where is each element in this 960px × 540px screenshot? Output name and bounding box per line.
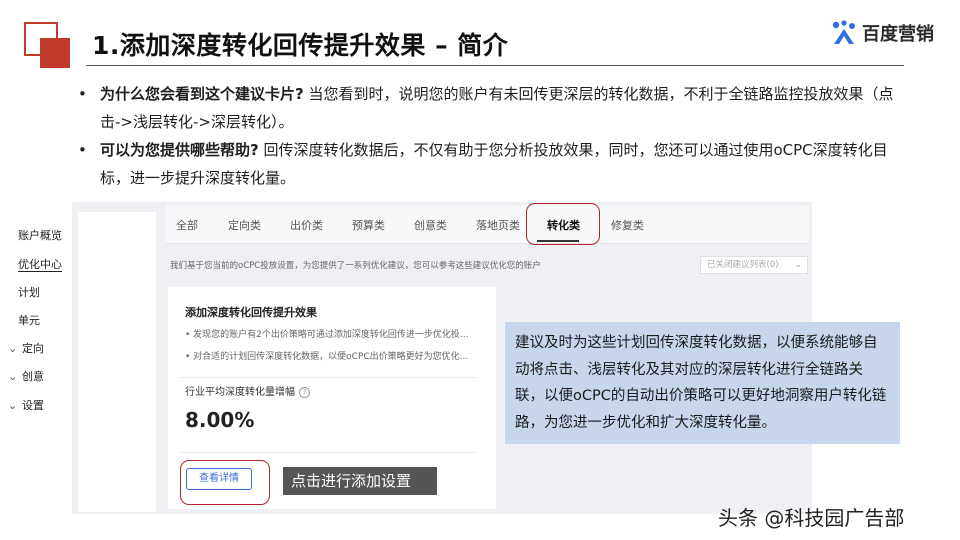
nav-item-campaign[interactable]: 计划	[18, 284, 40, 300]
bullet-item: • 为什么您会看到这个建议卡片? 当您看到时，说明您的账户有未回传更深层的转化数…	[78, 80, 908, 136]
nav-item-account-overview[interactable]: 账户概览	[18, 227, 62, 243]
nav-item-unit[interactable]: 单元	[18, 312, 40, 328]
nav-item-optimization-center[interactable]: 优化中心	[18, 256, 62, 272]
slide-title: 1.添加深度转化回传提升效果 – 简介	[92, 31, 509, 60]
brand: 百度营销	[830, 20, 934, 46]
metric-value: 8.00%	[185, 408, 255, 432]
highlight-circle-tab	[526, 203, 600, 245]
title-divider	[86, 65, 904, 66]
brand-name: 百度营销	[862, 24, 934, 45]
bullet-text: 为什么您会看到这个建议卡片? 当您看到时，说明您的账户有未回传更深层的转化数据，…	[100, 80, 908, 136]
nav-item-label: 设置	[22, 399, 44, 412]
tab-bidding[interactable]: 出价类	[290, 217, 323, 233]
bullet-question: 为什么您会看到这个建议卡片?	[100, 85, 304, 103]
info-text: 我们基于您当前的oCPC投放设置，为您提供了一系列优化建议，您可以参考这些建议优…	[170, 261, 541, 271]
brand-logo-icon	[832, 20, 855, 44]
tab-targeting[interactable]: 定向类	[228, 217, 261, 233]
nav-item-targeting[interactable]: ⌄ 定向	[8, 340, 44, 356]
bullet-dot: •	[78, 85, 87, 103]
tab-landing-page[interactable]: 落地页类	[476, 217, 520, 233]
chevron-down-icon: ⌄	[8, 370, 18, 383]
metric-label-text: 行业平均深度转化量增幅	[185, 387, 295, 398]
callout-label: 点击进行添加设置	[283, 467, 437, 495]
tab-repair[interactable]: 修复类	[611, 217, 644, 233]
explanation-box: 建议及时为这些计划回传深度转化数据，以便系统能够自动将点击、浅层转化及其对应的深…	[505, 322, 900, 444]
bullet-text: 可以为您提供哪些帮助? 回传深度转化数据后，不仅有助于您分析投放效果，同时，您还…	[100, 136, 908, 192]
nav-item-label: 定向	[22, 342, 44, 355]
metric-label: 行业平均深度转化量增幅?	[185, 383, 310, 398]
card-bullet: • 对合适的计划回传深度转化数据，以便oCPC出价策略更好为您优化...	[185, 352, 469, 362]
help-circle-icon[interactable]: ?	[299, 387, 310, 398]
chevron-down-icon: ⌄	[8, 399, 18, 412]
select-value: 已关闭建议列表(0)	[707, 260, 779, 270]
card-divider	[180, 377, 476, 378]
tab-all[interactable]: 全部	[176, 217, 198, 233]
bullet-list: • 为什么您会看到这个建议卡片? 当您看到时，说明您的账户有未回传更深层的转化数…	[78, 80, 908, 192]
chevron-down-icon: ⌄	[794, 260, 802, 270]
watermark: 头条 @科技园广告部	[718, 506, 905, 530]
bullet-dot: •	[78, 141, 87, 159]
tab-budget[interactable]: 预算类	[352, 217, 385, 233]
side-nav	[78, 212, 156, 512]
decor-filled-square	[40, 38, 70, 68]
card-title: 添加深度转化回传提升效果	[185, 306, 317, 319]
highlight-circle-button	[180, 460, 270, 505]
closed-suggestions-select[interactable]: 已关闭建议列表(0) ⌄	[700, 256, 808, 274]
nav-item-creative[interactable]: ⌄ 创意	[8, 368, 44, 384]
tab-creative[interactable]: 创意类	[414, 217, 447, 233]
card-divider	[180, 452, 476, 453]
bullet-question: 可以为您提供哪些帮助?	[100, 141, 259, 159]
bullet-item: • 可以为您提供哪些帮助? 回传深度转化数据后，不仅有助于您分析投放效果，同时，…	[78, 136, 908, 192]
card-bullet: • 发现您的账户有2个出价策略可通过添加深度转化回传进一步优化投...	[185, 330, 469, 340]
nav-item-settings[interactable]: ⌄ 设置	[8, 397, 44, 413]
chevron-down-icon: ⌄	[8, 342, 18, 355]
nav-item-label: 创意	[22, 370, 44, 383]
